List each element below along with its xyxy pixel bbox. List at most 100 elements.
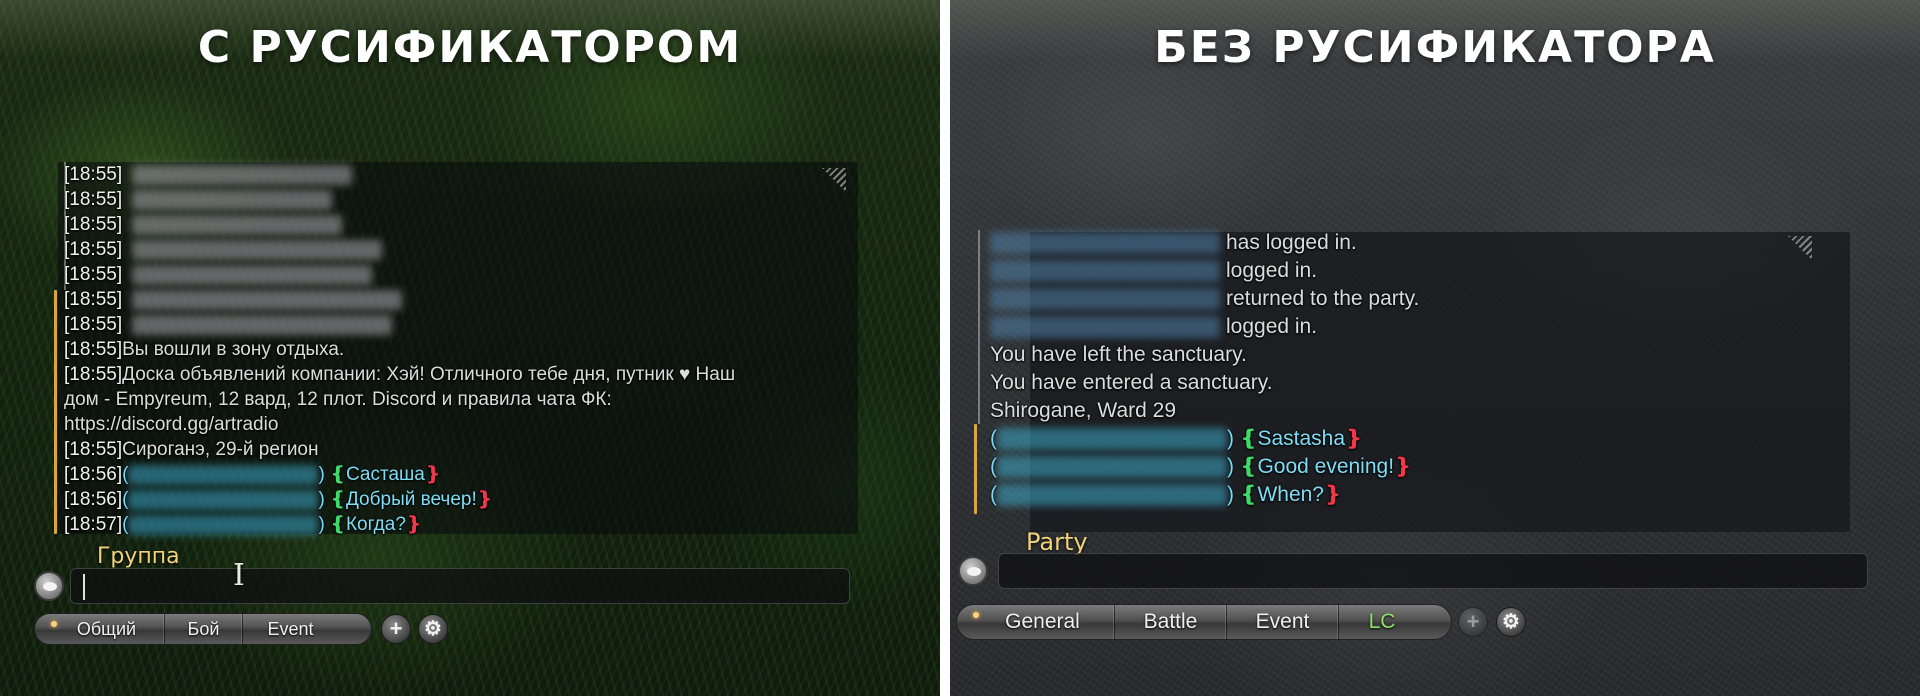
tab-general[interactable]: General (957, 605, 1115, 639)
timestamp: [18:55] (64, 439, 123, 460)
timestamp: [18:55] (64, 164, 123, 185)
panel-heading: С РУСИФИКАТОРОМ (197, 22, 743, 73)
system-message: logged in. (1226, 315, 1318, 338)
paren-open: ( (990, 483, 997, 506)
unread-highlight-bar (974, 424, 977, 514)
timestamp: [18:55] (64, 339, 123, 360)
tab-label: Event (1255, 610, 1310, 633)
chat-line: Shirogane, Ward 29 (990, 397, 1690, 425)
chat-bubble-icon[interactable] (958, 556, 988, 586)
system-message: returned to the party. (1226, 287, 1420, 310)
redacted-text (132, 289, 403, 310)
autotranslate-close-icon: ❵ (1345, 427, 1363, 450)
chat-line: [18:55] (64, 312, 864, 337)
redacted-name (990, 232, 1220, 255)
redacted-name (990, 288, 1220, 311)
redacted-text (132, 189, 333, 210)
paren-close: ) (1227, 427, 1240, 450)
chat-input[interactable] (998, 553, 1868, 589)
tab-event[interactable]: Event (1227, 605, 1339, 639)
chat-line: [18:55] (64, 262, 864, 287)
active-tab-indicator-icon (973, 612, 979, 618)
tab-lc[interactable]: LC (1339, 605, 1425, 639)
timestamp: [18:55] (64, 364, 123, 385)
chat-line: returned to the party. (990, 285, 1690, 313)
chat-tab-bar: General Battle Event LC (956, 604, 1452, 640)
timestamp: [18:56] (64, 489, 123, 510)
panel-without-russifier: БЕЗ РУСИФИКАТОРА has logged in. logged in… (950, 0, 1920, 696)
channel-label: Party (1026, 528, 1088, 556)
tab-общий[interactable]: Общий (35, 614, 165, 644)
chat-line: [18:55] (64, 212, 864, 237)
party-message: When? (1257, 483, 1324, 506)
panel-divider (940, 0, 950, 696)
party-message: Когда? (345, 514, 406, 535)
timestamp: [18:55] (64, 189, 123, 210)
chat-line: You have left the sanctuary. (990, 341, 1690, 369)
system-message: You have entered a sanctuary. (990, 371, 1273, 394)
chat-settings-button[interactable]: ⚙ (418, 614, 448, 644)
gear-icon: ⚙ (1502, 611, 1520, 633)
system-message: You have left the sanctuary. (990, 343, 1247, 366)
tab-label: LC (1368, 610, 1396, 633)
paren-close: ) (1227, 483, 1240, 506)
autotranslate-close-icon: ❵ (1323, 483, 1342, 506)
system-message: дом - Empyreum, 12 вард, 12 плот. Discor… (64, 389, 612, 410)
chat-line: [18:57]() ❴Когда?❵ (64, 512, 864, 537)
party-message: Sastasha (1257, 427, 1345, 450)
redacted-text (132, 239, 383, 260)
paren-open: ( (990, 427, 997, 450)
tab-label: Общий (76, 618, 137, 639)
plus-icon: + (1466, 609, 1480, 634)
tab-label: Бой (187, 618, 220, 639)
timestamp: [18:55] (64, 214, 123, 235)
chat-line: [18:55] (64, 162, 864, 187)
redacted-name (990, 260, 1220, 283)
chat-bubble-icon[interactable] (34, 571, 64, 601)
redacted-player-name (128, 489, 319, 510)
add-tab-button[interactable]: + (381, 614, 411, 644)
scroll-track (978, 230, 980, 424)
unread-highlight-bar (54, 290, 57, 534)
autotranslate-close-icon: ❵ (1394, 455, 1412, 478)
party-message: Састаша (345, 464, 425, 485)
timestamp: [18:55] (64, 289, 123, 310)
paren-close: ) (318, 464, 331, 485)
active-tab-indicator-icon (51, 621, 57, 627)
tab-battle[interactable]: Battle (1115, 605, 1227, 639)
chat-line: () ❴Sastasha❵ (990, 425, 1690, 453)
autotranslate-open-icon: ❴ (330, 464, 346, 485)
chat-line: () ❴Good evening!❵ (990, 453, 1690, 481)
chat-line: You have entered a sanctuary. (990, 369, 1690, 397)
chat-tab-bar: Общий Бой Event (34, 613, 372, 645)
tab-label: General (1005, 610, 1080, 633)
chat-line: [18:55]Доска объявлений компании: Хэй! О… (64, 362, 864, 387)
system-message: Сироганэ, 29-й регион (122, 439, 319, 460)
autotranslate-close-icon: ❵ (476, 489, 493, 510)
autotranslate-close-icon: ❵ (405, 514, 422, 535)
party-message: Добрый вечер! (345, 489, 477, 510)
chat-log: [18:55] [18:55] [18:55] [18:55] [18:55] [18:5… (64, 162, 864, 537)
timestamp: [18:57] (64, 514, 123, 535)
chat-line: [18:55]Вы вошли в зону отдыха. (64, 337, 864, 362)
chat-line: дом - Empyreum, 12 вард, 12 плот. Discor… (64, 387, 864, 412)
autotranslate-open-icon: ❴ (1239, 483, 1258, 506)
redacted-player-name (997, 456, 1227, 479)
redacted-text (132, 264, 373, 285)
tab-бой[interactable]: Бой (165, 614, 243, 644)
tab-event[interactable]: Event (243, 614, 338, 644)
chat-line: https://discord.gg/artradio (64, 412, 864, 437)
redacted-name (990, 316, 1220, 339)
gear-icon: ⚙ (424, 618, 442, 640)
paren-open: ( (990, 455, 997, 478)
chat-line: [18:56]() ❴Добрый вечер!❵ (64, 487, 864, 512)
add-tab-button[interactable]: + (1458, 607, 1488, 637)
redacted-player-name (128, 514, 319, 535)
chat-input[interactable] (70, 568, 850, 604)
panel-heading: БЕЗ РУСИФИКАТОРА (1154, 22, 1716, 73)
chat-settings-button[interactable]: ⚙ (1496, 607, 1526, 637)
timestamp: [18:55] (64, 264, 123, 285)
autotranslate-open-icon: ❴ (1239, 427, 1258, 450)
tab-label: Battle (1143, 610, 1198, 633)
plus-icon: + (389, 616, 403, 641)
